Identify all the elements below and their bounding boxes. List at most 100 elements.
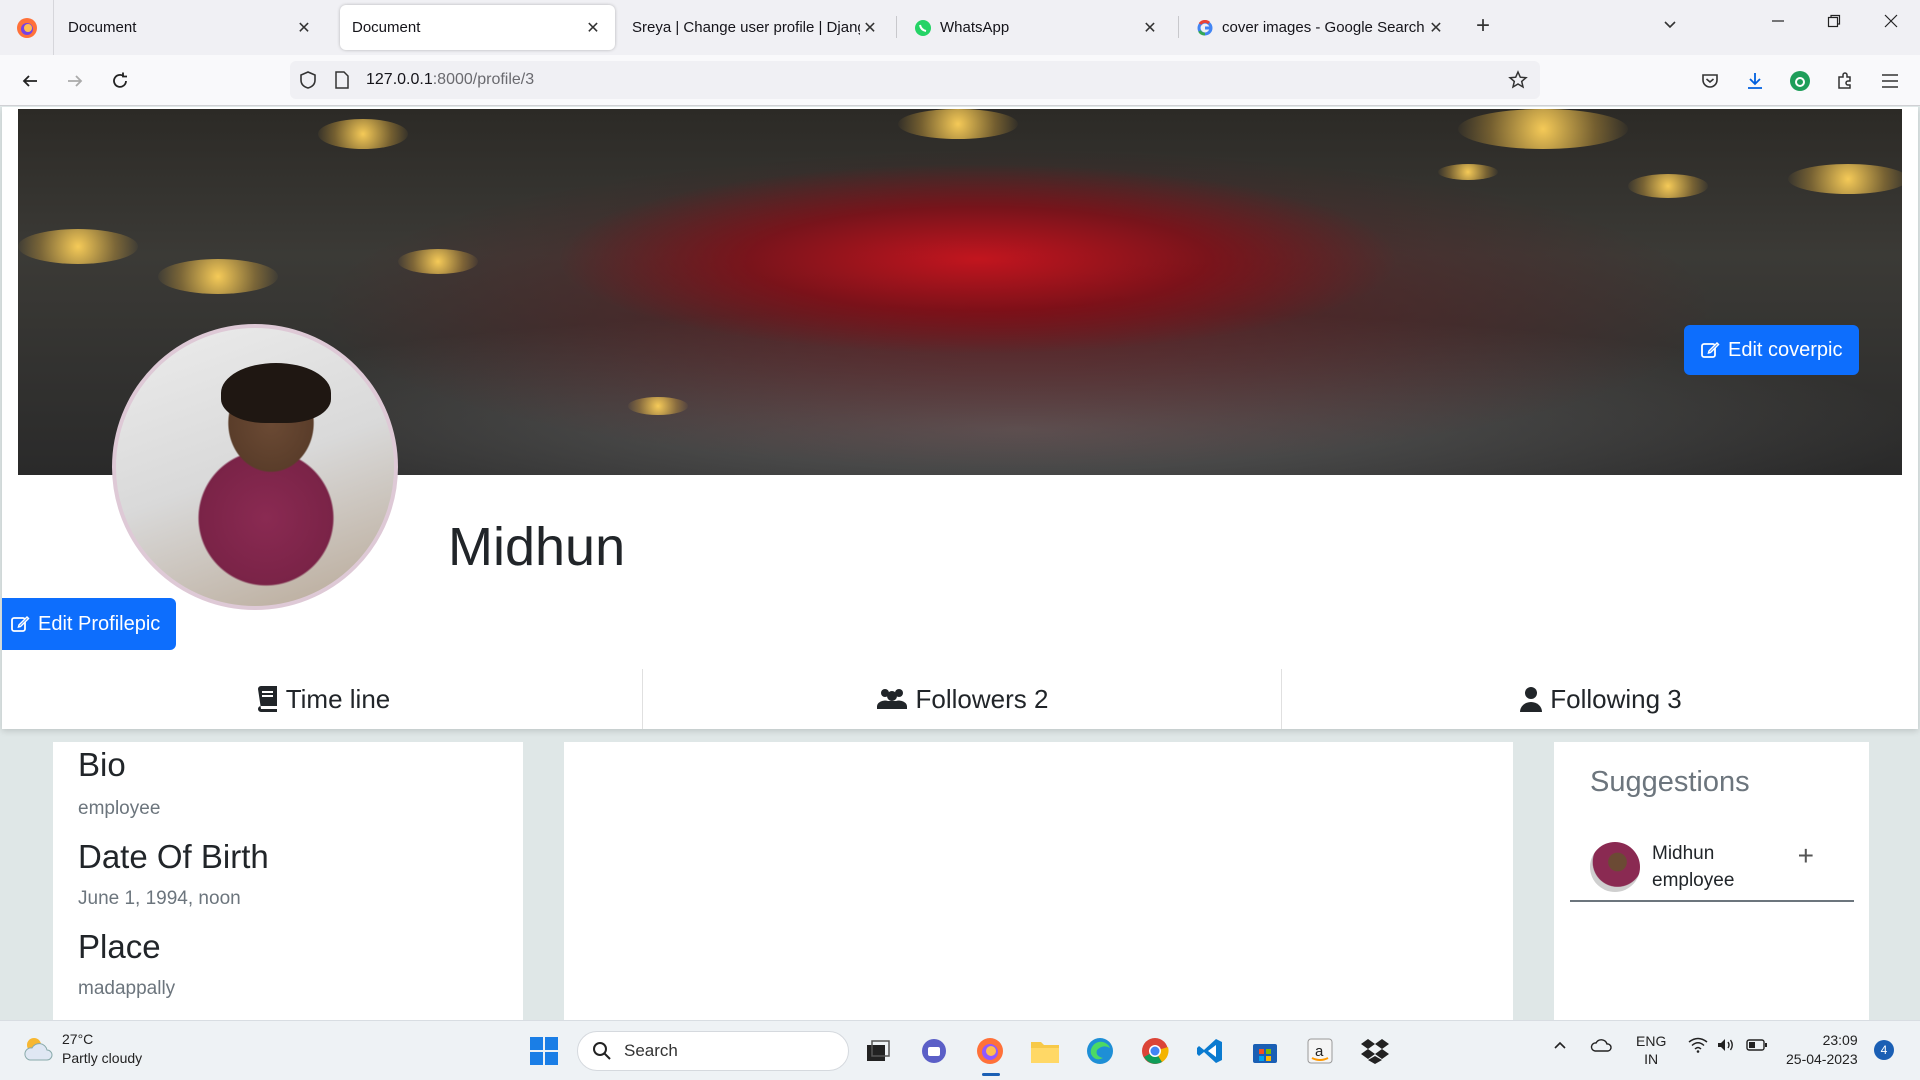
page-info-icon[interactable] (334, 71, 350, 94)
cover-bokeh (1438, 164, 1498, 180)
downloads-icon[interactable] (1743, 69, 1767, 93)
tab-followers[interactable]: Followers 2 (643, 669, 1282, 729)
close-tab-icon[interactable]: ✕ (860, 18, 880, 38)
restore-icon[interactable] (1819, 12, 1849, 33)
clock-date: 25-04-2023 (1786, 1051, 1858, 1067)
forward-arrow-icon[interactable] (60, 66, 90, 96)
file-explorer-icon[interactable] (1027, 1033, 1063, 1069)
profile-avatar (112, 324, 398, 610)
browser-tab-bar: Document ✕ Document ✕ Sreya | Change use… (0, 0, 1920, 55)
cover-bokeh (318, 119, 408, 149)
teams-chat-icon[interactable] (916, 1033, 952, 1069)
list-all-tabs-icon[interactable] (1662, 16, 1678, 37)
tab-label: Document (68, 19, 137, 36)
notification-badge[interactable]: 4 (1874, 1040, 1894, 1060)
tab-google-search[interactable]: cover images - Google Search ✕ (1184, 5, 1458, 50)
close-tab-icon[interactable]: ✕ (1140, 18, 1160, 38)
tab-timeline[interactable]: Time line (4, 669, 643, 729)
close-tab-icon[interactable]: ✕ (1426, 18, 1446, 38)
windows-taskbar: 27°C Partly cloudy Search a ENG IN 23:09… (0, 1020, 1920, 1080)
bio-value: employee (78, 798, 161, 819)
chrome-icon[interactable] (1137, 1033, 1173, 1069)
users-icon (876, 689, 907, 709)
profile-name: Midhun (448, 517, 626, 577)
new-tab-button[interactable]: + (1476, 14, 1490, 38)
show-hidden-icons-icon[interactable] (1552, 1037, 1568, 1056)
weather-widget[interactable]: 27°C Partly cloudy (22, 1030, 142, 1068)
cover-bokeh (1458, 109, 1628, 149)
pocket-icon[interactable] (1698, 69, 1722, 93)
edit-profilepic-button[interactable]: Edit Profilepic (2, 598, 177, 650)
wifi-icon[interactable] (1688, 1037, 1708, 1056)
edit-coverpic-button[interactable]: Edit coverpic (1684, 325, 1859, 375)
tab-document-2[interactable]: Document ✕ (340, 5, 615, 50)
edit-icon (1701, 341, 1720, 358)
follow-add-button[interactable]: + (1798, 840, 1814, 872)
reload-icon[interactable] (105, 66, 135, 96)
url-bar[interactable]: 127.0.0.1:8000/profile/3 (290, 61, 1540, 99)
suggestion-avatar[interactable] (1590, 842, 1640, 892)
vscode-icon[interactable] (1192, 1033, 1228, 1069)
active-app-indicator (982, 1073, 1000, 1076)
tab-following[interactable]: Following 3 (1282, 669, 1920, 729)
microsoft-store-icon[interactable] (1247, 1033, 1283, 1069)
tab-whatsapp[interactable]: WhatsApp ✕ (902, 5, 1172, 50)
suggestion-role: employee (1652, 870, 1735, 891)
account-icon[interactable] (1788, 69, 1812, 93)
close-window-icon[interactable] (1876, 12, 1906, 33)
extensions-icon[interactable] (1833, 69, 1857, 93)
edit-coverpic-label: Edit coverpic (1728, 338, 1843, 361)
tab-separator (1178, 16, 1179, 38)
edit-profilepic-label: Edit Profilepic (38, 612, 161, 635)
taskbar-search[interactable]: Search (577, 1031, 849, 1071)
system-clock[interactable]: 23:09 25-04-2023 (1786, 1031, 1858, 1069)
tab-django-profile[interactable]: Sreya | Change user profile | Django ✕ (620, 5, 892, 50)
weather-temp: 27°C (62, 1031, 94, 1047)
tab-following-label: Following 3 (1550, 683, 1682, 714)
close-tab-icon[interactable]: ✕ (294, 18, 314, 38)
cover-bokeh (158, 259, 278, 294)
volume-icon[interactable] (1716, 1037, 1736, 1056)
edge-icon[interactable] (1082, 1033, 1118, 1069)
back-arrow-icon[interactable] (15, 66, 45, 96)
onedrive-icon[interactable] (1590, 1037, 1612, 1056)
firefox-menu[interactable] (0, 0, 54, 55)
cover-bokeh (18, 229, 138, 264)
cover-bokeh (628, 397, 688, 415)
tab-followers-label: Followers 2 (915, 683, 1049, 714)
avatar-hair (221, 363, 331, 423)
suggestion-text: Midhun employee (1652, 840, 1734, 894)
firefox-taskbar-icon[interactable] (972, 1033, 1008, 1069)
bio-card: Bio employee Date Of Birth June 1, 1994,… (53, 742, 523, 1020)
suggestion-item: Midhun employee + (1570, 838, 1854, 902)
cover-bokeh (1628, 174, 1708, 198)
task-view-icon[interactable] (860, 1033, 896, 1069)
weather-text: 27°C Partly cloudy (62, 1030, 142, 1068)
page-content: Edit coverpic Edit Profilepic Midhun Tim… (0, 107, 1920, 1020)
minimize-icon[interactable] (1763, 12, 1793, 33)
timeline-feed (564, 742, 1513, 1020)
tab-timeline-label: Time line (285, 683, 391, 714)
google-icon (1196, 19, 1214, 37)
tab-label: Document (352, 19, 421, 36)
suggestion-name[interactable]: Midhun (1652, 840, 1734, 867)
tracking-shield-icon[interactable] (298, 70, 318, 95)
profile-tabs: Time line Followers 2 Following 3 (4, 669, 1920, 729)
whatsapp-icon (914, 19, 932, 37)
amazon-icon[interactable]: a (1302, 1033, 1338, 1069)
hamburger-menu-icon[interactable] (1878, 69, 1902, 93)
url-text[interactable]: 127.0.0.1:8000/profile/3 (366, 71, 534, 89)
book-icon (257, 686, 277, 712)
tab-label: cover images - Google Search (1222, 19, 1425, 36)
suggestions-title: Suggestions (1590, 766, 1750, 798)
weather-desc: Partly cloudy (62, 1050, 143, 1066)
dropbox-icon[interactable] (1357, 1033, 1393, 1069)
windows-start-icon[interactable] (526, 1033, 562, 1069)
bookmark-star-icon[interactable] (1508, 70, 1528, 95)
close-tab-icon[interactable]: ✕ (583, 18, 603, 38)
tab-document-1[interactable]: Document ✕ (56, 5, 326, 50)
url-host: 127.0.0.1 (366, 71, 433, 88)
profile-header-card: Edit coverpic Edit Profilepic Midhun Tim… (2, 107, 1918, 729)
battery-icon[interactable] (1746, 1037, 1768, 1056)
language-indicator[interactable]: ENG IN (1636, 1032, 1666, 1068)
